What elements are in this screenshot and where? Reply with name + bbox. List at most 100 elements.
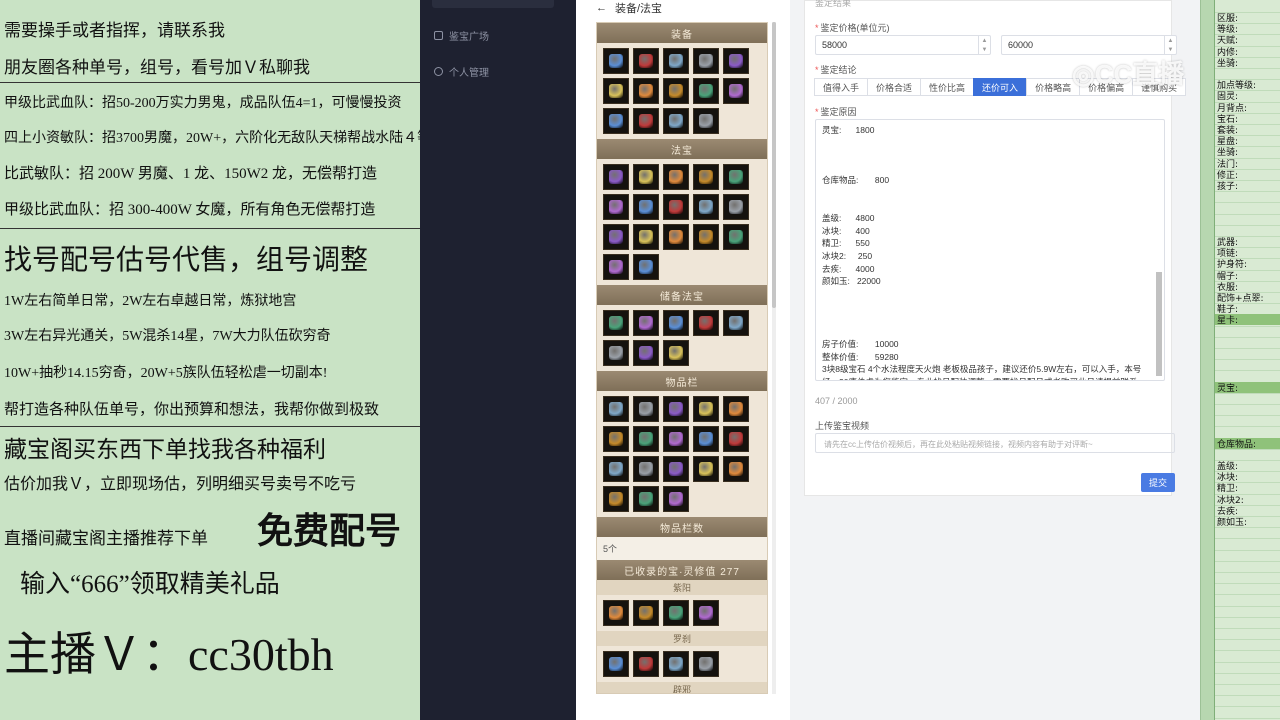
item-icon	[729, 230, 743, 244]
item-icon	[669, 346, 683, 360]
item-slot[interactable]	[633, 164, 659, 190]
promo-line: 甲级比武血队：招50-200万实力男鬼，成品队伍4=1，可慢慢投资	[4, 96, 402, 111]
item-slot[interactable]	[723, 78, 749, 104]
item-slot[interactable]	[663, 108, 689, 134]
sheet-cell[interactable]: 星卡:	[1217, 313, 1238, 326]
item-slot[interactable]	[723, 426, 749, 452]
item-slot[interactable]	[603, 340, 629, 366]
sidebar-header-box	[432, 0, 554, 8]
item-slot[interactable]	[603, 224, 629, 250]
item-slot[interactable]	[633, 194, 659, 220]
price-max-input[interactable]: 60000 ▲ ▼	[1001, 35, 1177, 55]
item-slot[interactable]	[603, 164, 629, 190]
item-slot[interactable]	[663, 48, 689, 74]
sheet-cell[interactable]: 坐骑:	[1217, 56, 1238, 69]
item-slot[interactable]	[663, 396, 689, 422]
item-slot[interactable]	[723, 48, 749, 74]
item-slot[interactable]	[633, 600, 659, 626]
price-max-stepper[interactable]: ▲ ▼	[1164, 36, 1176, 54]
item-slot[interactable]	[603, 651, 629, 677]
reason-scrollbar[interactable]	[1156, 124, 1162, 376]
item-slot[interactable]	[693, 600, 719, 626]
price-min-input[interactable]: 58000 ▲ ▼	[815, 35, 991, 55]
item-slot[interactable]	[603, 194, 629, 220]
inventory-grid	[597, 391, 767, 517]
item-icon	[639, 54, 653, 68]
item-slot[interactable]	[633, 48, 659, 74]
item-slot[interactable]	[633, 310, 659, 336]
item-slot[interactable]	[603, 426, 629, 452]
subsection-ziyang: 紫阳	[597, 580, 767, 595]
conclusion-option-good-value[interactable]: 性价比高	[920, 78, 975, 96]
conclusion-option-bargain[interactable]: 还价可入	[973, 78, 1028, 96]
item-slot[interactable]	[663, 78, 689, 104]
conclusion-option-price-fair[interactable]: 价格合适	[867, 78, 922, 96]
item-slot[interactable]	[663, 600, 689, 626]
item-slot[interactable]	[603, 310, 629, 336]
item-slot[interactable]	[693, 396, 719, 422]
section-title-equipment: 装备	[597, 23, 767, 43]
video-link-input[interactable]: 请先在cc上传估价视频后，再在此处粘贴视频链接，视频内容有助于对评断~	[815, 433, 1175, 453]
item-slot[interactable]	[723, 456, 749, 482]
item-slot[interactable]	[693, 194, 719, 220]
item-slot[interactable]	[663, 224, 689, 250]
item-slot[interactable]	[603, 486, 629, 512]
sidebar-item-appraisal-square[interactable]: 鉴宝广场	[434, 28, 489, 43]
back-arrow-icon[interactable]: ←	[596, 2, 607, 14]
item-slot[interactable]	[723, 396, 749, 422]
item-slot[interactable]	[663, 456, 689, 482]
promo-line: 朋友圈各种单号，组号，看号加Ｖ私聊我	[4, 58, 310, 77]
item-slot[interactable]	[633, 486, 659, 512]
item-slot[interactable]	[663, 340, 689, 366]
item-slot[interactable]	[603, 254, 629, 280]
sheet-cell[interactable]: 灵宝:	[1217, 381, 1238, 394]
item-slot[interactable]	[663, 164, 689, 190]
scrollbar-thumb[interactable]	[772, 22, 776, 308]
sheet-cell[interactable]: 颜如玉:	[1217, 515, 1247, 528]
item-slot[interactable]	[693, 456, 719, 482]
conclusion-option-worth-buying[interactable]: 值得入手	[814, 78, 869, 96]
item-slot[interactable]	[603, 48, 629, 74]
item-slot[interactable]	[603, 108, 629, 134]
item-slot[interactable]	[663, 426, 689, 452]
item-slot[interactable]	[693, 310, 719, 336]
item-slot[interactable]	[723, 164, 749, 190]
item-slot[interactable]	[633, 340, 659, 366]
equipment-list[interactable]: 装备 法宝 储备法宝 物品栏 物品栏数 5个 已收录的宝·灵修值 277 紫阳 …	[596, 22, 768, 694]
submit-button[interactable]: 提交	[1141, 473, 1175, 492]
item-slot[interactable]	[693, 224, 719, 250]
item-slot[interactable]	[603, 78, 629, 104]
item-slot[interactable]	[723, 224, 749, 250]
item-slot[interactable]	[603, 456, 629, 482]
item-slot[interactable]	[633, 78, 659, 104]
item-slot[interactable]	[693, 78, 719, 104]
item-slot[interactable]	[723, 194, 749, 220]
item-slot[interactable]	[633, 396, 659, 422]
item-slot[interactable]	[663, 651, 689, 677]
item-slot[interactable]	[693, 426, 719, 452]
item-slot[interactable]	[663, 486, 689, 512]
item-slot[interactable]	[633, 651, 659, 677]
item-slot[interactable]	[723, 310, 749, 336]
equipment-scrollbar[interactable]	[772, 22, 776, 694]
item-slot[interactable]	[633, 426, 659, 452]
item-slot[interactable]	[663, 194, 689, 220]
reason-textarea[interactable]: 灵宝: 1800 仓库物品: 800 盖级: 4800 冰块: 400 精卫: …	[815, 119, 1165, 381]
item-slot[interactable]	[693, 164, 719, 190]
item-slot[interactable]	[663, 310, 689, 336]
item-slot[interactable]	[633, 456, 659, 482]
sheet-cell[interactable]: 孩子:	[1217, 179, 1238, 192]
price-min-stepper[interactable]: ▲ ▼	[978, 36, 990, 54]
item-slot[interactable]	[603, 396, 629, 422]
item-slot[interactable]	[693, 108, 719, 134]
item-slot[interactable]	[633, 108, 659, 134]
item-slot[interactable]	[633, 254, 659, 280]
item-slot[interactable]	[693, 48, 719, 74]
item-slot[interactable]	[633, 224, 659, 250]
sidebar-item-personal-management[interactable]: 个人管理	[434, 64, 489, 79]
sheet-cell[interactable]: 仓库物品:	[1217, 437, 1256, 450]
reason-text: 灵宝: 1800 仓库物品: 800 盖级: 4800 冰块: 400 精卫: …	[822, 125, 1142, 380]
item-slot[interactable]	[603, 600, 629, 626]
item-slot[interactable]	[693, 651, 719, 677]
scrollbar-thumb[interactable]	[1156, 272, 1162, 376]
